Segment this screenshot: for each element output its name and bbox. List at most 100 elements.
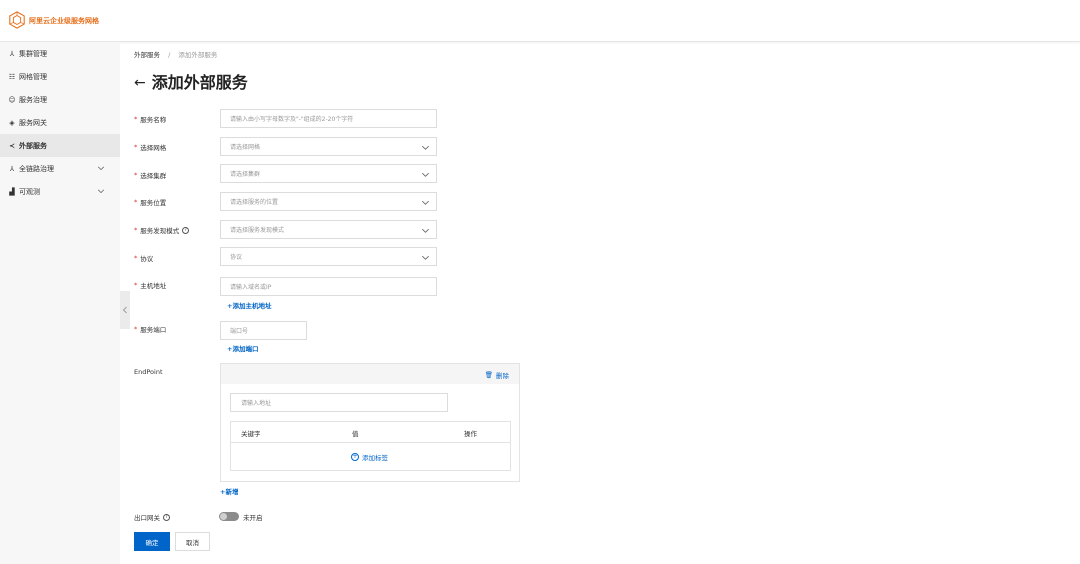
plus-circle-icon: +	[351, 453, 359, 461]
endpoint-panel-header: 🗑 删除	[221, 364, 519, 384]
chevron-down-icon	[422, 172, 429, 177]
cluster-placeholder: 请选择集群	[230, 171, 261, 178]
delete-endpoint-button[interactable]: 🗑 删除	[485, 370, 509, 380]
add-port-link[interactable]: +添加端口	[227, 343, 258, 353]
toggle-knob	[220, 513, 227, 520]
help-icon[interactable]: ?	[182, 226, 190, 234]
top-bar: 阿里云企业级服务网格	[0, 0, 1080, 42]
location-select[interactable]: 请选择服务的位置	[220, 192, 437, 211]
add-tag-button[interactable]: + 添加标签	[351, 452, 388, 462]
service-name-placeholder: 请输入由小写字母数字及"-"组成的2-20个字符	[230, 116, 354, 123]
sidebar-item-label: 网格管理	[19, 72, 47, 81]
trace-icon: ⅄	[9, 164, 15, 173]
service-govern-icon: ☺	[8, 95, 16, 104]
required-mark: *	[134, 226, 138, 234]
egress-toggle[interactable]	[219, 512, 239, 521]
sidebar-item-label: 服务治理	[19, 95, 47, 104]
add-tag-label: 添加标签	[362, 454, 388, 462]
breadcrumb-current: 添加外部服务	[178, 51, 218, 59]
endpoint-label: EndPoint	[134, 368, 163, 376]
required-mark: *	[134, 171, 138, 179]
discovery-label: * 服务发现模式 ?	[134, 225, 190, 235]
add-host-link[interactable]: +添加主机地址	[227, 300, 271, 310]
required-mark: *	[134, 325, 138, 333]
page-header: ← 添加外部服务	[134, 73, 248, 93]
chart-icon: ▟	[9, 187, 15, 196]
sidebar-item-trace[interactable]: ⅄ 全链路治理	[0, 157, 120, 180]
service-name-label: * 服务名称	[134, 115, 167, 124]
discovery-select[interactable]: 请选择服务发现模式	[220, 220, 437, 239]
endpoint-panel: 🗑 删除 请输入地址 关键字 值 操作 + 添加标签	[220, 363, 520, 482]
sidebar-item-gateway[interactable]: ◈ 服务网关	[0, 111, 120, 134]
host-placeholder: 请输入域名或IP	[230, 284, 272, 291]
sidebar-item-mesh[interactable]: ☷ 网格管理	[0, 65, 120, 88]
chevron-down-icon	[422, 145, 429, 150]
discovery-placeholder: 请选择服务发现模式	[230, 227, 285, 234]
sidebar-item-label: 可观测	[19, 187, 40, 196]
add-endpoint-link[interactable]: +新增	[220, 486, 238, 496]
sidebar-item-service-govern[interactable]: ☺ 服务治理	[0, 88, 120, 111]
host-input[interactable]: 请输入域名或IP	[220, 277, 437, 296]
column-header-key: 关键字	[241, 430, 261, 438]
breadcrumb-separator: /	[168, 51, 171, 59]
back-arrow-icon[interactable]: ←	[134, 73, 146, 93]
egress-label: 出口网关 ?	[134, 512, 170, 522]
port-input[interactable]: 端口号	[220, 321, 307, 340]
help-icon[interactable]: ?	[163, 513, 170, 521]
sidebar-item-external-service[interactable]: ≺ 外部服务	[0, 134, 120, 157]
host-label: * 主机地址	[134, 281, 167, 290]
mesh-select[interactable]: 请选择网格	[220, 137, 437, 156]
table-divider	[231, 442, 510, 443]
mesh-label: * 选择网格	[134, 143, 167, 152]
endpoint-address-input[interactable]: 请输入地址	[230, 393, 448, 412]
sidebar-item-observability[interactable]: ▟ 可观测	[0, 180, 120, 203]
sidebar-collapse-handle[interactable]	[120, 291, 130, 329]
mesh-placeholder: 请选择网格	[230, 144, 261, 151]
chevron-down-icon[interactable]	[97, 164, 105, 172]
column-header-value: 值	[352, 430, 359, 438]
confirm-button[interactable]: 确定	[134, 532, 170, 551]
required-mark: *	[134, 198, 138, 206]
cube-logo-icon[interactable]	[8, 11, 26, 29]
chevron-down-icon	[422, 200, 429, 205]
endpoint-label-table: 关键字 值 操作 + 添加标签	[230, 421, 511, 471]
port-placeholder: 端口号	[230, 328, 249, 335]
protocol-select[interactable]: 协议	[220, 247, 437, 266]
page-title: 添加外部服务	[151, 73, 248, 92]
sidebar-item-label: 全链路治理	[19, 164, 54, 173]
delete-label: 删除	[496, 372, 509, 380]
chevron-down-icon[interactable]	[97, 187, 105, 195]
protocol-placeholder: 协议	[230, 254, 243, 261]
chevron-down-icon	[422, 255, 429, 260]
grid-icon: ☷	[8, 72, 16, 81]
required-mark: *	[134, 254, 138, 262]
required-mark: *	[134, 143, 138, 151]
required-mark: *	[134, 115, 138, 123]
location-label: * 服务位置	[134, 198, 167, 207]
chevron-left-icon	[122, 306, 127, 314]
port-label: * 服务端口	[134, 325, 167, 334]
column-header-action: 操作	[464, 430, 477, 438]
sidebar-item-cluster[interactable]: ⅄ 集群管理	[0, 42, 120, 65]
sidebar: ⅄ 集群管理 ☷ 网格管理 ☺ 服务治理 ◈ 服务网关 ≺ 外部服务 ⅄ 全链路…	[0, 42, 120, 564]
location-placeholder: 请选择服务的位置	[230, 199, 279, 206]
cluster-select[interactable]: 请选择集群	[220, 164, 437, 183]
required-mark: *	[134, 281, 138, 289]
sidebar-item-label: 集群管理	[19, 49, 47, 58]
cluster-icon: ⅄	[9, 49, 15, 58]
chevron-down-icon	[422, 228, 429, 233]
breadcrumb: 外部服务 / 添加外部服务	[134, 49, 217, 59]
share-icon: ≺	[9, 141, 15, 150]
sidebar-item-label: 服务网关	[19, 118, 47, 127]
service-name-input[interactable]: 请输入由小写字母数字及"-"组成的2-20个字符	[220, 109, 437, 128]
endpoint-address-placeholder: 请输入地址	[241, 400, 272, 407]
brand-name[interactable]: 阿里云企业级服务网格	[29, 16, 99, 26]
protocol-label: * 协议	[134, 254, 154, 263]
breadcrumb-parent[interactable]: 外部服务	[134, 51, 160, 59]
sidebar-item-label: 外部服务	[19, 141, 47, 150]
gateway-icon: ◈	[9, 118, 15, 127]
cluster-label: * 选择集群	[134, 171, 167, 180]
egress-toggle-state: 未开启	[243, 514, 263, 522]
trash-icon: 🗑	[484, 371, 493, 379]
cancel-button[interactable]: 取消	[175, 532, 210, 551]
